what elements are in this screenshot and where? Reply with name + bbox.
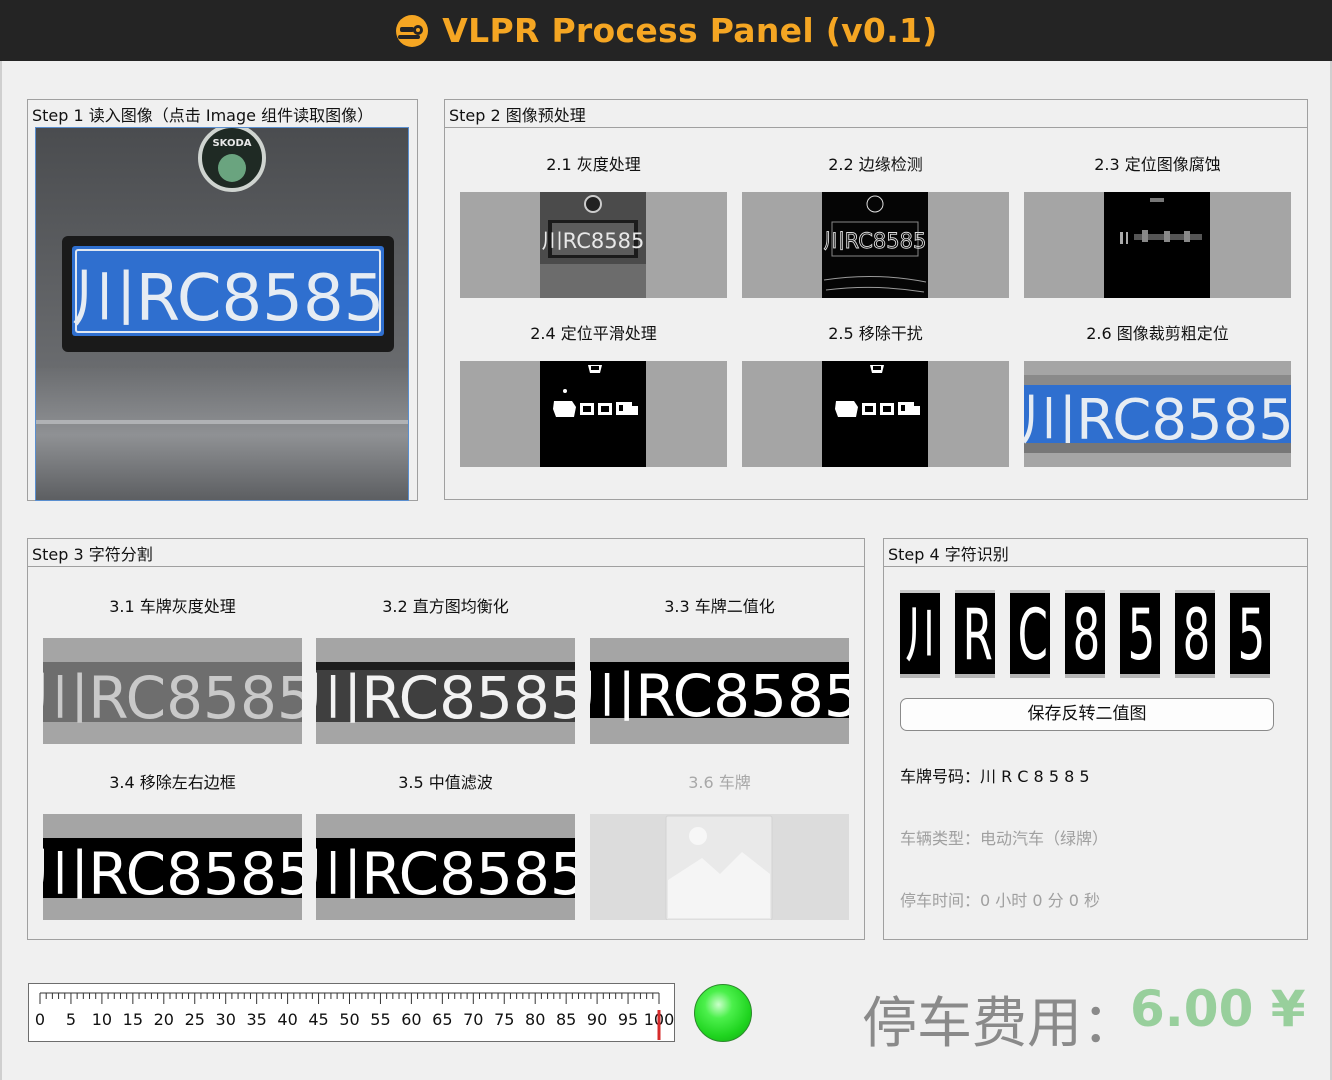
char-tile: 5: [1230, 590, 1270, 678]
step2-label-5: 2.5 移除干扰: [828, 324, 923, 343]
car-logo-icon: [396, 14, 429, 47]
vehicle-type-text: 车辆类型：电动汽车（绿牌）: [900, 829, 1109, 848]
gauge-tick-label: 10: [92, 1010, 112, 1029]
step3-image-plate-empty[interactable]: [590, 814, 849, 920]
status-led-indicator: [694, 984, 752, 1042]
char-tile: 川: [900, 590, 940, 678]
step2-label-1: 2.1 灰度处理: [546, 155, 641, 174]
step4-group: Step 4 字符识别 川RC8585 保存反转二值图 车牌号码：川 R C 8…: [883, 538, 1308, 940]
svg-text:川RC8585: 川RC8585: [824, 229, 927, 253]
svg-text:川RC8585: 川RC8585: [43, 840, 302, 908]
step3-label-3: 3.3 车牌二值化: [664, 597, 775, 616]
char-tile-text: 川: [905, 595, 940, 674]
char-tile: 5: [1120, 590, 1160, 678]
step2-image-grayscale[interactable]: 川RC8585: [460, 192, 727, 298]
step2-image-erosion[interactable]: [1024, 192, 1291, 298]
char-tile-text: C: [1017, 594, 1048, 676]
gauge-tick-label: 70: [463, 1010, 483, 1029]
plate-number-text: 车牌号码：川 R C 8 5 8 5: [900, 767, 1090, 786]
char-tile: 8: [1065, 590, 1105, 678]
window-left-edge: [0, 61, 2, 1080]
char-tile-text: R: [962, 594, 993, 676]
car-photo: SKODA 川RC8585: [36, 128, 408, 500]
title-bar: VLPR Process Panel (v0.1): [0, 0, 1332, 61]
step2-image-denoise[interactable]: [742, 361, 1009, 467]
char-tile: 8: [1175, 590, 1215, 678]
step3-image-binary[interactable]: 川RC8585: [590, 638, 849, 744]
gauge-tick-label: 50: [339, 1010, 359, 1029]
char-segment-row: 川RC8585: [900, 590, 1280, 678]
svg-text:川RC8585: 川RC8585: [1024, 388, 1291, 453]
step2-label-2: 2.2 边缘检测: [828, 155, 923, 174]
gauge-tick-label: 35: [246, 1010, 266, 1029]
step2-group: Step 2 图像预处理 2.1 灰度处理 2.2 边缘检测 2.3 定位图像腐…: [444, 99, 1308, 500]
step2-label-3: 2.3 定位图像腐蚀: [1094, 155, 1221, 174]
step3-image-plate-gray[interactable]: 川RC8585: [43, 638, 302, 744]
gauge-tick-label: 25: [185, 1010, 205, 1029]
badge-text: SKODA: [212, 138, 251, 149]
svg-text:川RC8585: 川RC8585: [590, 662, 849, 730]
step3-label-2: 3.2 直方图均衡化: [382, 597, 509, 616]
svg-text:川RC8585: 川RC8585: [316, 840, 575, 908]
svg-text:川RC8585: 川RC8585: [316, 664, 575, 732]
step3-image-no-border[interactable]: 川RC8585: [43, 814, 302, 920]
svg-text:川RC8585: 川RC8585: [542, 229, 645, 253]
gauge-tick-label: 75: [494, 1010, 514, 1029]
source-plate-text: 川RC8585: [72, 262, 385, 336]
step2-image-smoothing[interactable]: [460, 361, 727, 467]
save-inverted-binary-button[interactable]: 保存反转二值图: [900, 698, 1274, 731]
gauge-tick-label: 60: [401, 1010, 421, 1029]
step1-title: Step 1 读入图像（点击 Image 组件读取图像）: [32, 106, 374, 125]
step2-label-6: 2.6 图像裁剪粗定位: [1086, 324, 1229, 343]
char-tile: R: [955, 590, 995, 678]
gauge-tick-label: 30: [216, 1010, 236, 1029]
step4-title: Step 4 字符识别: [888, 545, 1009, 564]
step3-label-5: 3.5 中值滤波: [398, 773, 493, 792]
gauge-tick-label: 20: [154, 1010, 174, 1029]
gauge-tick-label: 55: [370, 1010, 390, 1029]
image-placeholder-icon: [665, 815, 773, 920]
gauge-tick-label: 45: [308, 1010, 328, 1029]
step2-label-4: 2.4 定位平滑处理: [530, 324, 657, 343]
fee-progress-gauge: 0510152025303540455055606570758085909510…: [28, 983, 675, 1042]
char-tile-text: 8: [1072, 594, 1101, 676]
app-title: VLPR Process Panel (v0.1): [442, 11, 938, 50]
source-image[interactable]: SKODA 川RC8585: [35, 127, 409, 501]
step3-image-median[interactable]: 川RC8585: [316, 814, 575, 920]
parking-fee-value: 6.00 ¥: [1130, 980, 1306, 1038]
gauge-tick-label: 90: [587, 1010, 607, 1029]
step3-image-equalized[interactable]: 川RC8585: [316, 638, 575, 744]
step3-label-4: 3.4 移除左右边框: [109, 773, 236, 792]
gauge-scale: 0510152025303540455055606570758085909510…: [35, 992, 674, 1040]
gauge-tick-label: 95: [618, 1010, 638, 1029]
gauge-tick-label: 65: [432, 1010, 452, 1029]
step2-title: Step 2 图像预处理: [449, 106, 586, 125]
char-tile-text: 8: [1182, 594, 1211, 676]
step1-group: Step 1 读入图像（点击 Image 组件读取图像） SKODA 川RC85…: [27, 99, 418, 501]
svg-text:川RC8585: 川RC8585: [43, 664, 302, 732]
step3-title: Step 3 字符分割: [32, 545, 153, 564]
step3-label-6: 3.6 车牌: [688, 773, 751, 792]
parking-time-text: 停车时间：0 小时 0 分 0 秒: [900, 891, 1100, 910]
gauge-tick-label: 80: [525, 1010, 545, 1029]
step2-image-crop[interactable]: 川RC8585: [1024, 361, 1291, 467]
char-tile-text: 5: [1127, 594, 1156, 676]
gauge-tick-label: 0: [35, 1010, 45, 1029]
step3-label-1: 3.1 车牌灰度处理: [109, 597, 236, 616]
gauge-tick-label: 15: [123, 1010, 143, 1029]
gauge-indicator: [657, 1010, 661, 1040]
char-tile: C: [1010, 590, 1050, 678]
parking-fee-label: 停车费用：: [862, 991, 1138, 1055]
gauge-tick-label: 85: [556, 1010, 576, 1029]
gauge-tick-label: 5: [66, 1010, 76, 1029]
gauge-tick-label: 40: [277, 1010, 297, 1029]
step2-image-edge[interactable]: 川RC8585: [742, 192, 1009, 298]
char-tile-text: 5: [1237, 594, 1266, 676]
step3-group: Step 3 字符分割 3.1 车牌灰度处理 3.2 直方图均衡化 3.3 车牌…: [27, 538, 865, 940]
